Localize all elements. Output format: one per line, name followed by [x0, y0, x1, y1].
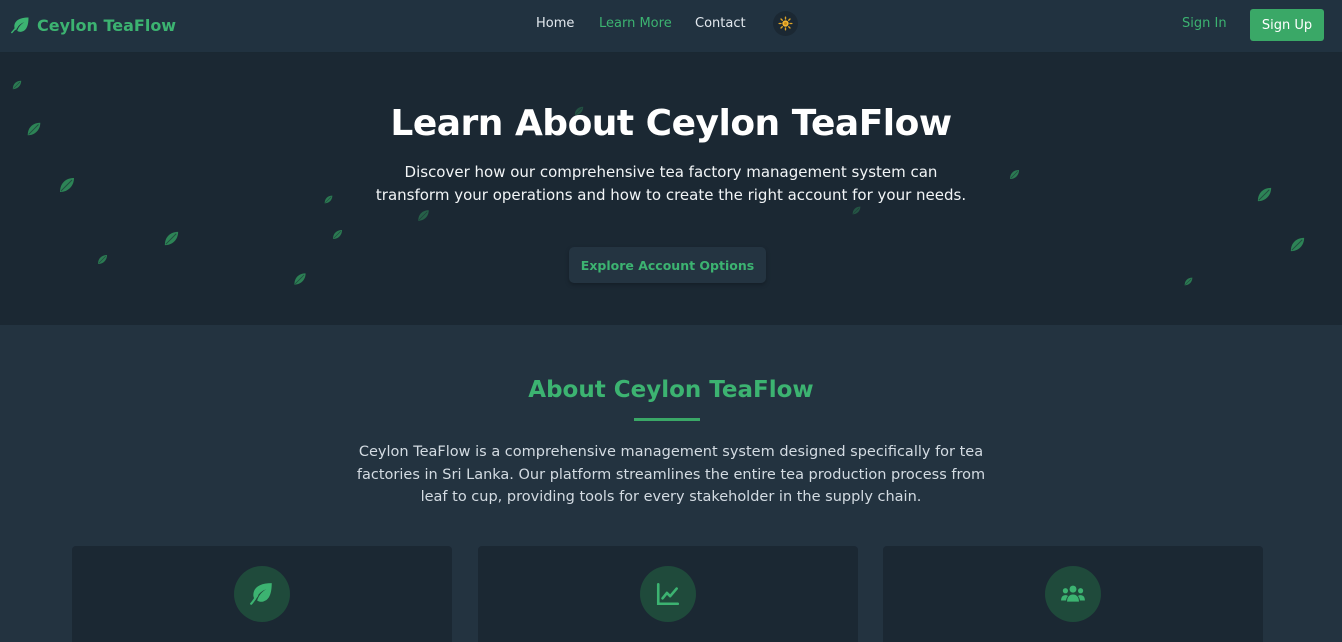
- nav-link-home[interactable]: Home: [536, 16, 574, 31]
- leaf-icon: [292, 271, 308, 287]
- sign-in-link[interactable]: Sign In: [1182, 16, 1227, 31]
- hero-title: Learn About Ceylon TeaFlow: [390, 103, 952, 144]
- brand-name: Ceylon TeaFlow: [37, 15, 177, 35]
- navbar: Ceylon TeaFlow Home Learn More Contact S…: [0, 0, 1342, 53]
- leaf-icon: [416, 208, 431, 223]
- leaf-icon: [323, 194, 334, 205]
- leaf-icon: [57, 175, 77, 195]
- leaf-icon: [851, 205, 862, 216]
- feature-icon-circle: [1045, 566, 1101, 622]
- title-underline: [634, 418, 700, 421]
- chart-line-icon: [656, 582, 680, 606]
- leaf-icon: [331, 228, 344, 241]
- leaf-icon: [1288, 235, 1307, 254]
- leaf-icon: [96, 253, 109, 266]
- sign-up-button[interactable]: Sign Up: [1250, 9, 1324, 41]
- leaf-icon: [162, 229, 181, 248]
- leaf-icon: [1255, 185, 1274, 204]
- leaf-icon: [1008, 168, 1021, 181]
- feature-icon-circle: [234, 566, 290, 622]
- brand-logo[interactable]: Ceylon TeaFlow: [11, 14, 176, 36]
- hero-section: Learn About Ceylon TeaFlow Discover how …: [0, 53, 1342, 325]
- hero-subtitle: Discover how our comprehensive tea facto…: [375, 163, 967, 204]
- explore-account-options-button[interactable]: Explore Account Options: [569, 247, 766, 283]
- feature-card-3: [883, 546, 1263, 642]
- nav-link-contact[interactable]: Contact: [695, 16, 746, 31]
- about-title: About Ceylon TeaFlow: [528, 377, 814, 403]
- leaf-icon: [11, 79, 23, 91]
- leaf-icon: [11, 17, 29, 34]
- users-icon: [1061, 585, 1085, 602]
- feature-card-1: [72, 546, 452, 642]
- feature-card-2: [478, 546, 858, 642]
- leaf-icon: [250, 583, 272, 605]
- theme-toggle-button[interactable]: [773, 11, 798, 36]
- leaf-icon: [1183, 276, 1194, 287]
- about-description: Ceylon TeaFlow is a comprehensive manage…: [356, 444, 986, 505]
- nav-link-learn-more[interactable]: Learn More: [599, 16, 672, 31]
- sun-icon: [778, 16, 793, 31]
- feature-icon-circle: [640, 566, 696, 622]
